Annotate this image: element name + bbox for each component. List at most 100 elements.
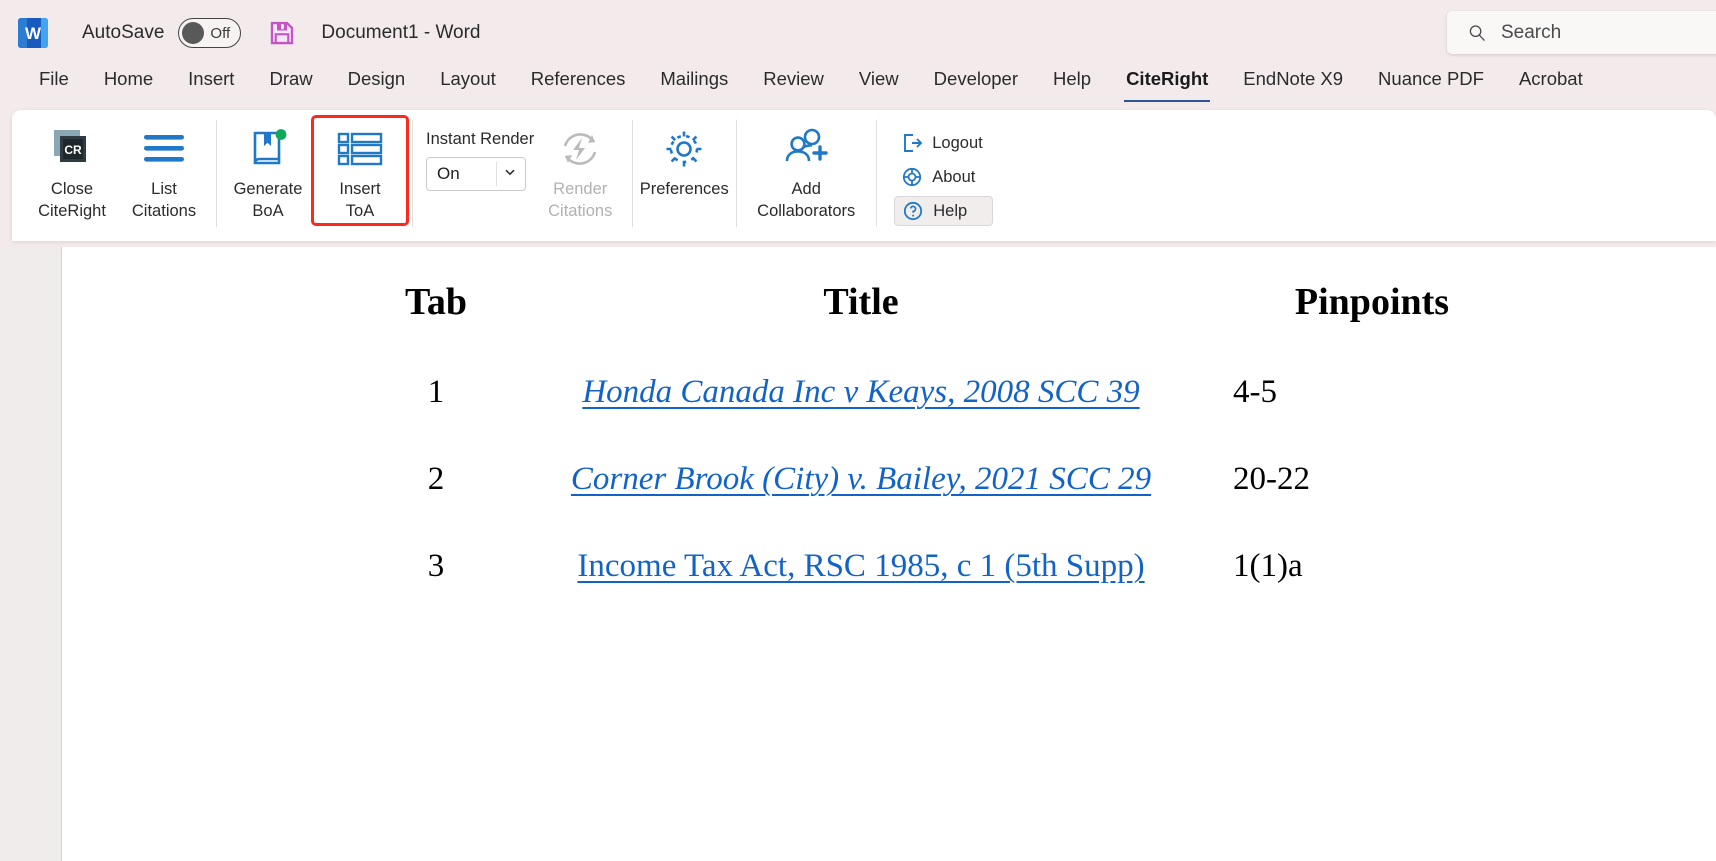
autosave-label: AutoSave [82,22,165,43]
search-box[interactable]: Search [1447,11,1716,54]
list-citations-button[interactable]: List Citations [118,118,210,223]
ribbon-group-citeright: CR Close CiteRight List Citations [20,110,216,241]
about-label: About [932,167,976,186]
tab-endnote-x9[interactable]: EndNote X9 [1229,66,1357,100]
help-button[interactable]: Help [894,196,993,226]
citeright-logo-icon: CR [50,126,94,172]
autosave-state-label: Off [210,24,231,42]
instant-render-select[interactable]: On [426,157,526,191]
add-collaborators-line2: Collaborators [757,202,856,221]
tab-nuance-pdf[interactable]: Nuance PDF [1364,66,1498,100]
instant-render-label: Instant Render [426,130,535,148]
tab-acrobat[interactable]: Acrobat [1505,66,1597,100]
refresh-bolt-icon [556,126,604,172]
toa-row-tab: 1 [427,374,445,410]
autosave-toggle[interactable]: Off [178,18,242,48]
chevron-down-icon [503,164,517,184]
logout-button[interactable]: Logout [894,128,992,158]
tab-design[interactable]: Design [334,66,420,100]
toa-citation-link[interactable]: Corner Brook (City) v. Bailey, 2021 SCC … [571,461,1151,497]
close-citeright-button[interactable]: CR Close CiteRight [26,118,118,223]
render-citations-line1: Render [553,180,608,198]
instant-render-control: Instant Render On [426,118,534,191]
generate-boa-line2: BoA [252,202,284,221]
tab-help[interactable]: Help [1039,66,1105,100]
close-citeright-label: Close CiteRight [38,178,106,223]
toa-row: 3 Income Tax Act, RSC 1985, c 1 (5th Sup… [361,548,1541,585]
close-citeright-line2: CiteRight [38,202,106,221]
insert-toa-line2: ToA [345,202,375,221]
tab-file[interactable]: File [25,66,83,100]
list-citations-line1: List [151,180,177,198]
table-rows-icon [336,126,384,172]
tab-citeright[interactable]: CiteRight [1112,66,1222,102]
generate-boa-label: Generate BoA [234,178,303,223]
tab-references[interactable]: References [517,66,640,100]
logout-label: Logout [932,133,983,152]
render-citations-line2: Citations [548,202,613,221]
generate-boa-button[interactable]: Generate BoA [222,118,314,223]
book-bookmark-icon [246,126,290,172]
question-circle-icon [901,200,924,223]
generate-boa-line1: Generate [233,180,303,198]
table-of-authorities: Tab Title Pinpoints 1 Honda Canada Inc v… [361,280,1541,585]
add-collaborators-button[interactable]: Add Collaborators [742,118,870,223]
add-collaborators-label: Add Collaborators [757,178,855,223]
document-title: Document1 - Word [321,22,481,43]
toa-row-title: Honda Canada Inc v Keays, 2008 SCC 39 [511,374,1211,411]
toa-citation-link[interactable]: Honda Canada Inc v Keays, 2008 SCC 39 [582,374,1139,410]
svg-text:CR: CR [64,143,82,157]
preferences-label: Preferences [639,180,729,198]
ribbon-group-collaborators: Add Collaborators [736,110,876,241]
tab-draw[interactable]: Draw [255,66,326,100]
tab-home[interactable]: Home [90,66,167,100]
document-area: Tab Title Pinpoints 1 Honda Canada Inc v… [0,247,1716,861]
close-citeright-line1: Close [50,180,94,198]
ribbon-group-preferences: Preferences [632,110,736,241]
search-icon [1467,23,1487,43]
toa-row-pinpoints: 4-5 [1233,374,1277,410]
toa-row-pinpoints: 20-22 [1233,461,1310,497]
word-logo-icon: W [18,18,48,48]
toa-row-tab: 2 [427,461,445,497]
ribbon-group-generate: Generate BoA Insert ToA [216,110,412,241]
add-collaborators-line1: Add [791,180,821,198]
about-button[interactable]: About [894,162,992,192]
document-page[interactable]: Tab Title Pinpoints 1 Honda Canada Inc v… [61,247,1716,861]
tab-insert[interactable]: Insert [174,66,248,100]
tab-view[interactable]: View [845,66,913,100]
render-citations-button: Render Citations [534,118,626,223]
toa-header-title: Title [823,281,899,323]
toa-row-tab: 3 [427,548,445,584]
autosave-toggle-knob [182,22,205,44]
insert-toa-label: Insert ToA [339,178,380,223]
toa-row: 2 Corner Brook (City) v. Bailey, 2021 SC… [361,461,1541,498]
lifebuoy-icon [900,166,923,189]
help-label: Help [933,201,968,220]
tab-mailings[interactable]: Mailings [646,66,742,100]
tab-review[interactable]: Review [749,66,838,100]
logout-icon [900,132,923,155]
tab-developer[interactable]: Developer [920,66,1032,100]
ribbon-tab-strip: File Home Insert Draw Design Layout Refe… [0,66,1716,110]
ribbon: CR Close CiteRight List Citations Genera… [12,110,1716,241]
toa-row-title: Corner Brook (City) v. Bailey, 2021 SCC … [511,461,1211,498]
insert-toa-button[interactable]: Insert ToA [311,115,409,226]
toa-header-tab: Tab [405,281,467,323]
search-placeholder: Search [1501,21,1562,43]
list-lines-icon [141,126,187,172]
tab-layout[interactable]: Layout [426,66,510,100]
toa-row: 1 Honda Canada Inc v Keays, 2008 SCC 39 … [361,374,1541,411]
ribbon-container: CR Close CiteRight List Citations Genera… [0,110,1716,247]
account-command-column: Logout About Help [882,118,998,226]
insert-toa-line1: Insert [339,180,381,198]
instant-render-value: On [437,164,460,183]
toa-row-title: Income Tax Act, RSC 1985, c 1 (5th Supp) [511,548,1211,585]
toa-citation-link[interactable]: Income Tax Act, RSC 1985, c 1 (5th Supp) [577,548,1144,584]
toa-header-row: Tab Title Pinpoints [361,280,1541,324]
ribbon-group-render: Instant Render On Render Citations [412,110,632,241]
preferences-button[interactable]: Preferences [638,118,730,222]
gear-icon [661,126,707,172]
ribbon-group-account: Logout About Help [876,110,1004,241]
save-icon[interactable] [267,18,297,48]
